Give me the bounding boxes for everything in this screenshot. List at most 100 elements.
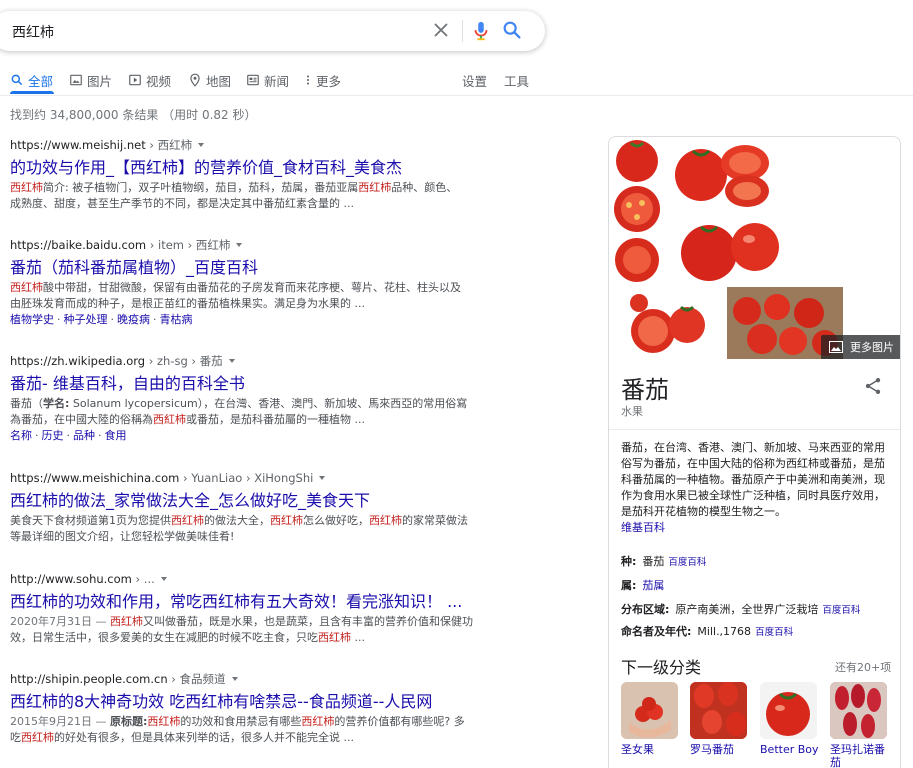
snippet-text: 的营养价值都有哪些呢? 多 — [334, 715, 465, 728]
settings-button[interactable]: 设置 — [462, 70, 487, 90]
tab-label: 全部 — [28, 73, 54, 89]
tab-more[interactable]: 更多 — [304, 70, 341, 90]
snippet-bold: 学名: — [43, 397, 70, 410]
snippet-text: 怎么做好吃， — [303, 514, 369, 527]
sitelink[interactable]: 青枯病 — [160, 313, 193, 326]
sitelink[interactable]: 食用 — [105, 429, 127, 442]
result-title[interactable]: 西红柿的功效和作用，常吃西红柿有五大奇效！看完涨知识！ ... — [10, 591, 495, 613]
caret-down-icon[interactable] — [319, 476, 326, 480]
subcategory-thumb[interactable] — [830, 682, 887, 739]
snippet-text: 的做法大全， — [204, 514, 270, 527]
sitelink[interactable]: 种子处理 — [64, 313, 108, 326]
fact-source-link[interactable]: 百度百科 — [755, 627, 793, 638]
result-title[interactable]: 西红柿的8大神奇功效 吃西红柿有啥禁忌--食品频道--人民网 — [10, 691, 495, 713]
fact-authority: 命名者及年代: Mill.,1768 百度百科 — [621, 623, 793, 639]
sitelink[interactable]: 品种 — [73, 429, 95, 442]
microphone-icon[interactable] — [470, 19, 492, 43]
sitelink[interactable]: 名称 — [10, 429, 32, 442]
search-divider — [462, 20, 463, 42]
fact-label: 命名者及年代: — [621, 625, 692, 638]
subcategory-label[interactable]: Better Boy — [760, 743, 824, 756]
snippet-text: 品种、颜色、 — [391, 181, 458, 194]
image-icon — [829, 341, 843, 353]
caret-down-icon[interactable] — [231, 677, 238, 681]
result-host: https://zh.wikipedia.org — [10, 354, 146, 368]
subcategory-label[interactable]: 圣玛扎诺番茄 — [830, 743, 892, 768]
tomato-image[interactable] — [669, 213, 789, 285]
result-host: https://www.meishij.net — [10, 138, 146, 152]
subcategory-label[interactable]: 圣女果 — [621, 743, 685, 756]
tab-images[interactable]: 图片 — [69, 70, 112, 90]
sitelink[interactable]: 晚疫病 — [117, 313, 150, 326]
subcategory-thumb[interactable] — [690, 682, 747, 739]
tab-news[interactable]: 新闻 — [246, 70, 289, 90]
tools-button[interactable]: 工具 — [504, 70, 529, 90]
fact-label: 属: — [621, 579, 637, 592]
result-breadcrumb: › ... — [135, 572, 155, 586]
result-url[interactable]: https://www.meishichina.com › YuanLiao ›… — [10, 470, 495, 486]
search-input[interactable]: 西红柿 — [12, 22, 54, 42]
tab-label: 视频 — [146, 73, 172, 89]
snippet-text: 由胚珠发育而成的种子，是根正苗红的番茄植株果实。满足身为水果的 ... — [10, 297, 365, 310]
tab-maps[interactable]: 地图 — [188, 70, 231, 90]
subcategory-thumb[interactable] — [760, 682, 817, 739]
entity-description: 番茄，在台湾、香港、澳门、新加坡、马来西亚的常用俗写为番茄，在中国大陆的俗称为西… — [621, 440, 891, 536]
fact-value-link[interactable]: 茄属 — [642, 579, 664, 592]
tab-videos[interactable]: 视频 — [128, 70, 171, 90]
result-title[interactable]: 番茄（茄科番茄属植物）_百度百科 — [10, 257, 495, 279]
share-icon[interactable] — [863, 376, 883, 396]
sitelink[interactable]: 植物学史 — [10, 313, 54, 326]
tomato-image[interactable] — [609, 287, 726, 359]
search-result: https://zh.wikipedia.org › zh-sg › 番茄 番茄… — [10, 353, 495, 444]
tabs-divider — [0, 95, 913, 96]
video-icon — [129, 74, 141, 86]
result-url[interactable]: https://www.meishij.net › 西红柿 — [10, 137, 495, 153]
result-url[interactable]: https://baike.baidu.com › item › 西红柿 — [10, 237, 495, 253]
more-images-label: 更多图片 — [850, 341, 894, 354]
subcategory-heading: 下一级分类 — [621, 658, 702, 677]
fact-source-link[interactable]: 百度百科 — [668, 557, 706, 568]
result-host: http://shipin.people.com.cn — [10, 672, 168, 686]
tab-label: 更多 — [316, 73, 342, 89]
caret-down-icon[interactable] — [228, 359, 235, 363]
search-result: https://baike.baidu.com › item › 西红柿 番茄（… — [10, 237, 495, 328]
fact-source-link[interactable]: 百度百科 — [822, 605, 860, 616]
result-url[interactable]: https://zh.wikipedia.org › zh-sg › 番茄 — [10, 353, 495, 369]
sitelink[interactable]: 历史 — [42, 429, 64, 442]
snippet-text: 或番茄，是茄科番茄屬的一種植物 ... — [186, 413, 365, 426]
result-host: https://baike.baidu.com — [10, 238, 147, 252]
result-url[interactable]: http://shipin.people.com.cn › 食品频道 — [10, 671, 495, 687]
search-icon[interactable] — [501, 19, 523, 41]
tab-all[interactable]: 全部 — [10, 70, 53, 90]
result-title[interactable]: 番茄- 维基百科，自由的百科全书 — [10, 373, 495, 395]
entity-title: 番茄 — [621, 376, 669, 404]
snippet-highlight: 西红柿 — [318, 631, 351, 644]
snippet-text: 又叫做番茄，既是水果，也是蔬菜，且含有丰富的营养价值和保健功 — [142, 615, 473, 628]
fact-distribution: 分布区域: 原产南美洲，全世界广泛栽培 百度百科 — [621, 601, 860, 617]
subcategory-more-link[interactable]: 还有20+项 — [835, 659, 891, 675]
more-dots-icon — [306, 75, 310, 85]
clear-icon[interactable] — [430, 19, 452, 41]
fact-value: 原产南美洲，全世界广泛栽培 — [675, 603, 819, 616]
more-images-button[interactable]: 更多图片 — [821, 335, 900, 359]
search-box[interactable]: 西红柿 — [0, 11, 545, 51]
result-snippet: 美食天下食材频道第1页为您提供西红柿的做法大全，西红柿怎么做好吃，西红柿的家常菜… — [10, 513, 495, 545]
result-url[interactable]: http://www.sohu.com › ... — [10, 571, 495, 587]
description-text: 番茄，在台湾、香港、澳门、新加坡、马来西亚的常用俗写为番茄，在中国大陆的俗称为西… — [621, 441, 885, 518]
result-title[interactable]: 西红柿的做法_家常做法大全_怎么做好吃_美食天下 — [10, 490, 495, 512]
caret-down-icon[interactable] — [198, 143, 205, 147]
tomato-image[interactable] — [609, 137, 667, 285]
result-stats: 找到约 34,800,000 条结果 （用时 0.82 秒） — [10, 108, 257, 122]
fact-species: 种: 番茄 百度百科 — [621, 553, 706, 569]
snippet-text: 為番茄，在中國大陸的俗稱為 — [10, 413, 153, 426]
caret-down-icon[interactable] — [236, 243, 243, 247]
result-host: https://www.meishichina.com — [10, 471, 180, 485]
description-source-link[interactable]: 维基百科 — [621, 521, 665, 534]
sitelinks: 植物学史 · 种子处理 · 晚疫病 · 青枯病 — [10, 313, 193, 326]
result-title[interactable]: 的功效与作用_【西红柿】的营养价值_食材百科_美食杰 — [10, 157, 495, 179]
subcategory-thumb[interactable] — [621, 682, 678, 739]
snippet-text: 美食天下食材频道第1页为您提供 — [10, 514, 171, 527]
subcategory-label[interactable]: 罗马番茄 — [690, 743, 754, 756]
tomato-image[interactable] — [669, 137, 777, 211]
caret-down-icon[interactable] — [160, 577, 167, 581]
